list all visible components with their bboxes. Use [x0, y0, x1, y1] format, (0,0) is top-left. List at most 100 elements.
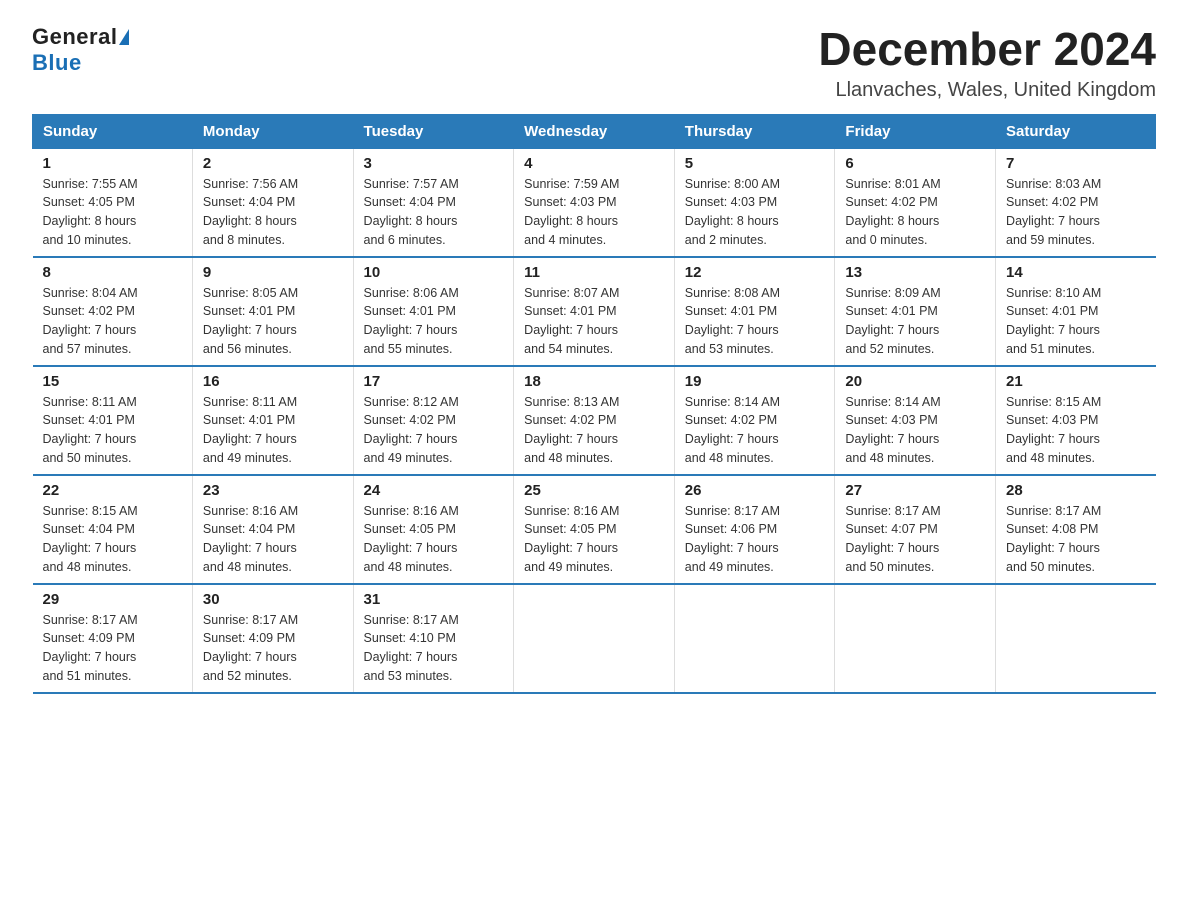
- calendar-cell: 5 Sunrise: 8:00 AMSunset: 4:03 PMDaylight…: [674, 148, 835, 257]
- calendar-cell: 19 Sunrise: 8:14 AMSunset: 4:02 PMDayligh…: [674, 366, 835, 475]
- calendar-cell: [674, 584, 835, 693]
- day-info: Sunrise: 8:09 AMSunset: 4:01 PMDaylight:…: [845, 284, 985, 359]
- day-number: 1: [43, 155, 182, 172]
- day-number: 5: [685, 155, 825, 172]
- calendar-cell: 23 Sunrise: 8:16 AMSunset: 4:04 PMDayligh…: [192, 475, 353, 584]
- calendar-cell: 18Sunrise: 8:13 AMSunset: 4:02 PMDayligh…: [514, 366, 675, 475]
- logo-blue-text: Blue: [32, 50, 82, 76]
- day-info: Sunrise: 8:12 AMSunset: 4:02 PMDaylight:…: [364, 393, 504, 468]
- calendar-cell: 12Sunrise: 8:08 AMSunset: 4:01 PMDayligh…: [674, 257, 835, 366]
- calendar-cell: 3 Sunrise: 7:57 AMSunset: 4:04 PMDaylight…: [353, 148, 514, 257]
- day-info: Sunrise: 8:17 AMSunset: 4:10 PMDaylight:…: [364, 611, 504, 686]
- day-number: 29: [43, 591, 182, 608]
- day-number: 31: [364, 591, 504, 608]
- weekday-header-wednesday: Wednesday: [514, 114, 675, 148]
- day-info: Sunrise: 8:05 AMSunset: 4:01 PMDaylight:…: [203, 284, 343, 359]
- day-info: Sunrise: 8:10 AMSunset: 4:01 PMDaylight:…: [1006, 284, 1145, 359]
- page-subtitle: Llanvaches, Wales, United Kingdom: [818, 79, 1156, 102]
- calendar-cell: 15 Sunrise: 8:11 AMSunset: 4:01 PMDayligh…: [33, 366, 193, 475]
- logo-triangle-icon: [119, 29, 129, 45]
- day-info: Sunrise: 7:59 AMSunset: 4:03 PMDaylight:…: [524, 175, 664, 250]
- day-info: Sunrise: 8:16 AMSunset: 4:05 PMDaylight:…: [364, 502, 504, 577]
- calendar-week-row: 8 Sunrise: 8:04 AMSunset: 4:02 PMDaylight…: [33, 257, 1156, 366]
- day-number: 21: [1006, 373, 1145, 390]
- day-info: Sunrise: 8:13 AMSunset: 4:02 PMDaylight:…: [524, 393, 664, 468]
- day-info: Sunrise: 8:17 AMSunset: 4:09 PMDaylight:…: [43, 611, 182, 686]
- calendar-cell: [514, 584, 675, 693]
- day-info: Sunrise: 8:03 AMSunset: 4:02 PMDaylight:…: [1006, 175, 1145, 250]
- weekday-header-tuesday: Tuesday: [353, 114, 514, 148]
- calendar-cell: 1Sunrise: 7:55 AMSunset: 4:05 PMDaylight…: [33, 148, 193, 257]
- calendar-cell: 22 Sunrise: 8:15 AMSunset: 4:04 PMDayligh…: [33, 475, 193, 584]
- day-number: 28: [1006, 482, 1145, 499]
- calendar-cell: 31 Sunrise: 8:17 AMSunset: 4:10 PMDayligh…: [353, 584, 514, 693]
- day-number: 8: [43, 264, 182, 281]
- day-number: 25: [524, 482, 664, 499]
- day-number: 24: [364, 482, 504, 499]
- calendar-cell: 10 Sunrise: 8:06 AMSunset: 4:01 PMDayligh…: [353, 257, 514, 366]
- day-number: 22: [43, 482, 182, 499]
- calendar-cell: 14Sunrise: 8:10 AMSunset: 4:01 PMDayligh…: [996, 257, 1156, 366]
- day-number: 7: [1006, 155, 1145, 172]
- day-number: 3: [364, 155, 504, 172]
- calendar-cell: 26Sunrise: 8:17 AMSunset: 4:06 PMDayligh…: [674, 475, 835, 584]
- day-number: 6: [845, 155, 985, 172]
- calendar-cell: 29 Sunrise: 8:17 AMSunset: 4:09 PMDayligh…: [33, 584, 193, 693]
- day-info: Sunrise: 8:17 AMSunset: 4:07 PMDaylight:…: [845, 502, 985, 577]
- day-info: Sunrise: 8:17 AMSunset: 4:09 PMDaylight:…: [203, 611, 343, 686]
- calendar-cell: 2Sunrise: 7:56 AMSunset: 4:04 PMDaylight…: [192, 148, 353, 257]
- calendar-cell: 13 Sunrise: 8:09 AMSunset: 4:01 PMDayligh…: [835, 257, 996, 366]
- calendar-cell: 21Sunrise: 8:15 AMSunset: 4:03 PMDayligh…: [996, 366, 1156, 475]
- day-number: 16: [203, 373, 343, 390]
- day-info: Sunrise: 8:16 AMSunset: 4:04 PMDaylight:…: [203, 502, 343, 577]
- calendar-cell: 28Sunrise: 8:17 AMSunset: 4:08 PMDayligh…: [996, 475, 1156, 584]
- day-number: 12: [685, 264, 825, 281]
- day-number: 26: [685, 482, 825, 499]
- calendar-cell: [996, 584, 1156, 693]
- weekday-header-monday: Monday: [192, 114, 353, 148]
- calendar-cell: 6 Sunrise: 8:01 AMSunset: 4:02 PMDaylight…: [835, 148, 996, 257]
- day-number: 9: [203, 264, 343, 281]
- logo-general-text: General: [32, 24, 117, 50]
- day-info: Sunrise: 8:01 AMSunset: 4:02 PMDaylight:…: [845, 175, 985, 250]
- day-info: Sunrise: 8:04 AMSunset: 4:02 PMDaylight:…: [43, 284, 182, 359]
- calendar-week-row: 22 Sunrise: 8:15 AMSunset: 4:04 PMDayligh…: [33, 475, 1156, 584]
- day-number: 19: [685, 373, 825, 390]
- weekday-header-row: SundayMondayTuesdayWednesdayThursdayFrid…: [33, 114, 1156, 148]
- day-number: 23: [203, 482, 343, 499]
- calendar-cell: 17Sunrise: 8:12 AMSunset: 4:02 PMDayligh…: [353, 366, 514, 475]
- day-info: Sunrise: 8:16 AMSunset: 4:05 PMDaylight:…: [524, 502, 664, 577]
- calendar-cell: 8 Sunrise: 8:04 AMSunset: 4:02 PMDaylight…: [33, 257, 193, 366]
- calendar-cell: 20 Sunrise: 8:14 AMSunset: 4:03 PMDayligh…: [835, 366, 996, 475]
- day-number: 4: [524, 155, 664, 172]
- weekday-header-sunday: Sunday: [33, 114, 193, 148]
- calendar-cell: 24 Sunrise: 8:16 AMSunset: 4:05 PMDayligh…: [353, 475, 514, 584]
- calendar-week-row: 15 Sunrise: 8:11 AMSunset: 4:01 PMDayligh…: [33, 366, 1156, 475]
- day-info: Sunrise: 8:06 AMSunset: 4:01 PMDaylight:…: [364, 284, 504, 359]
- day-info: Sunrise: 8:11 AMSunset: 4:01 PMDaylight:…: [43, 393, 182, 468]
- day-number: 27: [845, 482, 985, 499]
- title-section: December 2024 Llanvaches, Wales, United …: [818, 24, 1156, 102]
- calendar-week-row: 29 Sunrise: 8:17 AMSunset: 4:09 PMDayligh…: [33, 584, 1156, 693]
- calendar-cell: 30Sunrise: 8:17 AMSunset: 4:09 PMDayligh…: [192, 584, 353, 693]
- day-info: Sunrise: 7:57 AMSunset: 4:04 PMDaylight:…: [364, 175, 504, 250]
- day-number: 20: [845, 373, 985, 390]
- day-info: Sunrise: 7:56 AMSunset: 4:04 PMDaylight:…: [203, 175, 343, 250]
- day-number: 11: [524, 264, 664, 281]
- day-info: Sunrise: 8:00 AMSunset: 4:03 PMDaylight:…: [685, 175, 825, 250]
- calendar-table: SundayMondayTuesdayWednesdayThursdayFrid…: [32, 114, 1156, 694]
- day-number: 10: [364, 264, 504, 281]
- day-info: Sunrise: 8:14 AMSunset: 4:03 PMDaylight:…: [845, 393, 985, 468]
- calendar-week-row: 1Sunrise: 7:55 AMSunset: 4:05 PMDaylight…: [33, 148, 1156, 257]
- day-info: Sunrise: 8:15 AMSunset: 4:04 PMDaylight:…: [43, 502, 182, 577]
- calendar-cell: 27 Sunrise: 8:17 AMSunset: 4:07 PMDayligh…: [835, 475, 996, 584]
- day-number: 13: [845, 264, 985, 281]
- calendar-cell: 25 Sunrise: 8:16 AMSunset: 4:05 PMDayligh…: [514, 475, 675, 584]
- weekday-header-friday: Friday: [835, 114, 996, 148]
- page-header: General Blue December 2024 Llanvaches, W…: [32, 24, 1156, 102]
- calendar-cell: 7 Sunrise: 8:03 AMSunset: 4:02 PMDaylight…: [996, 148, 1156, 257]
- day-number: 15: [43, 373, 182, 390]
- weekday-header-thursday: Thursday: [674, 114, 835, 148]
- calendar-cell: 11Sunrise: 8:07 AMSunset: 4:01 PMDayligh…: [514, 257, 675, 366]
- day-info: Sunrise: 8:14 AMSunset: 4:02 PMDaylight:…: [685, 393, 825, 468]
